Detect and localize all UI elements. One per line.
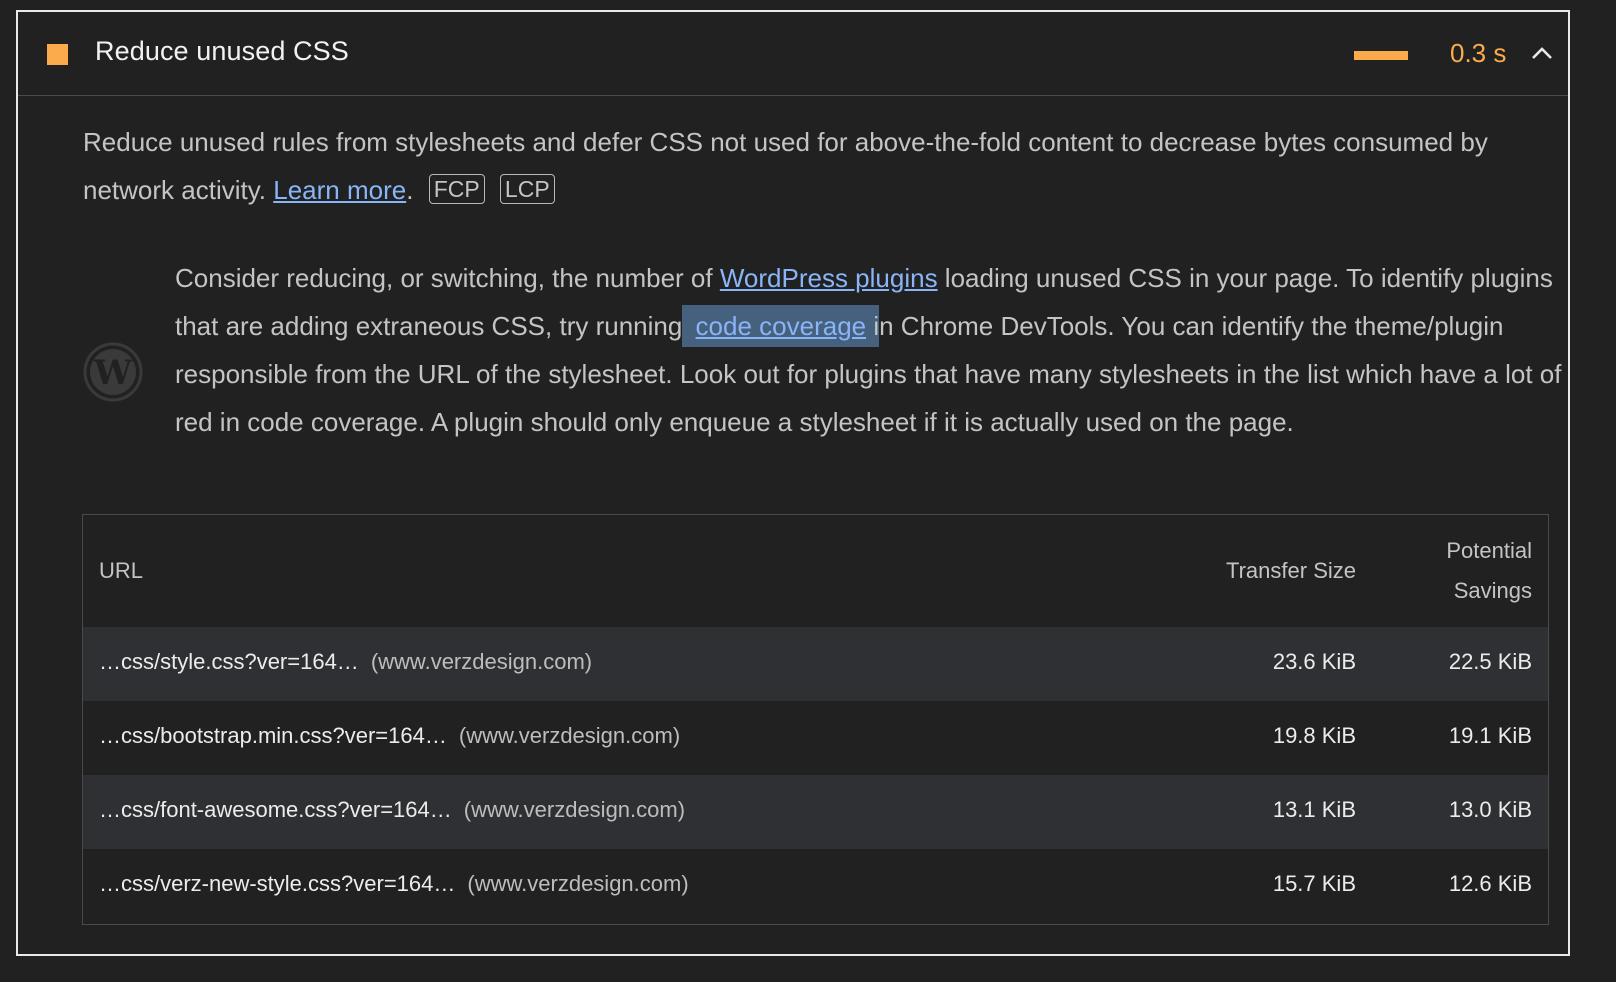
- audit-header[interactable]: Reduce unused CSS 0.3 s: [18, 12, 1568, 96]
- row-transfer-size: 23.6 KiB: [1272, 649, 1356, 674]
- resource-table: URL Transfer Size Potential Savings …css…: [82, 514, 1549, 925]
- svg-text:W: W: [93, 353, 133, 393]
- savings-bar: [1354, 51, 1408, 60]
- stack-pack-text: Consider reducing, or switching, the num…: [175, 254, 1575, 446]
- row-url-cell[interactable]: …css/verz-new-style.css?ver=164… (www.ver…: [99, 871, 689, 897]
- table-row: …css/bootstrap.min.css?ver=164… (www.verz…: [83, 701, 1548, 775]
- description-period: .: [406, 175, 414, 205]
- row-savings: 22.5 KiB: [1448, 649, 1532, 674]
- row-url: …css/bootstrap.min.css?ver=164…: [99, 723, 447, 748]
- code-coverage-link[interactable]: code coverage: [696, 311, 867, 341]
- chevron-up-icon[interactable]: [1531, 46, 1553, 60]
- row-url-cell[interactable]: …css/font-awesome.css?ver=164… (www.verzd…: [99, 797, 685, 823]
- warning-square-icon: [47, 44, 68, 65]
- header-transfer-size: Transfer Size: [1225, 558, 1356, 583]
- audit-title: Reduce unused CSS: [95, 36, 349, 66]
- row-host: (www.verzdesign.com): [467, 871, 689, 896]
- row-transfer-size: 13.1 KiB: [1272, 797, 1356, 822]
- row-url-cell[interactable]: …css/bootstrap.min.css?ver=164… (www.verz…: [99, 723, 680, 749]
- table-row: …css/verz-new-style.css?ver=164… (www.ver…: [83, 849, 1548, 923]
- row-url: …css/style.css?ver=164…: [99, 649, 359, 674]
- stack-text-highlighted: i: [866, 305, 880, 347]
- row-transfer-size: 15.7 KiB: [1272, 871, 1356, 896]
- wordpress-icon: W: [83, 342, 143, 402]
- table-header: URL Transfer Size Potential Savings: [83, 515, 1548, 627]
- row-url: …css/font-awesome.css?ver=164…: [99, 797, 452, 822]
- header-savings-line1: Potential: [1446, 538, 1532, 563]
- row-url-cell[interactable]: …css/style.css?ver=164… (www.verzdesign.c…: [99, 649, 592, 675]
- stack-text-part1: Consider reducing, or switching, the num…: [175, 263, 720, 293]
- table-row: …css/style.css?ver=164… (www.verzdesign.c…: [83, 627, 1548, 701]
- row-url: …css/verz-new-style.css?ver=164…: [99, 871, 456, 896]
- learn-more-link[interactable]: Learn more: [273, 175, 406, 205]
- table-row: …css/font-awesome.css?ver=164… (www.verzd…: [83, 775, 1548, 849]
- row-transfer-size: 19.8 KiB: [1272, 723, 1356, 748]
- header-potential-savings: Potential Savings: [1446, 531, 1532, 611]
- metric-tag-fcp: FCP: [428, 174, 485, 204]
- row-savings: 19.1 KiB: [1448, 723, 1532, 748]
- audit-panel: Reduce unused CSS 0.3 s Reduce unused ru…: [16, 10, 1570, 956]
- header-savings-line2: Savings: [1453, 578, 1532, 603]
- row-savings: 12.6 KiB: [1448, 871, 1532, 896]
- audit-description: Reduce unused rules from stylesheets and…: [83, 118, 1583, 214]
- row-host: (www.verzdesign.com): [370, 649, 593, 674]
- savings-value: 0.3 s: [1450, 38, 1507, 68]
- wordpress-plugins-link[interactable]: WordPress plugins: [720, 263, 938, 293]
- row-host: (www.verzdesign.com): [463, 797, 686, 822]
- metric-tag-lcp: LCP: [499, 174, 555, 204]
- header-url: URL: [99, 558, 144, 583]
- row-host: (www.verzdesign.com): [458, 723, 681, 748]
- text-selection-highlight: code coverage: [682, 305, 867, 347]
- row-savings: 13.0 KiB: [1448, 797, 1532, 822]
